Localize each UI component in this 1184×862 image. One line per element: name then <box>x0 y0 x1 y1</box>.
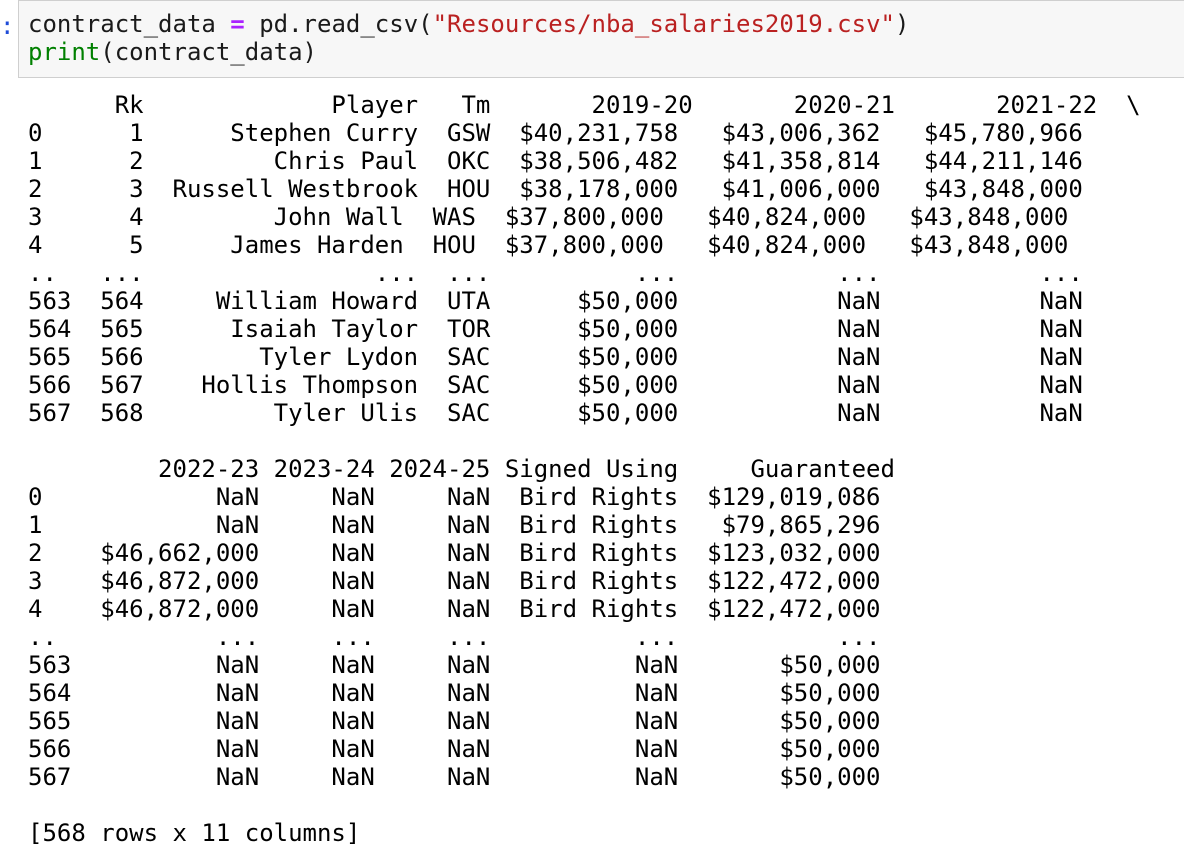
code-call-close: ) <box>894 10 910 38</box>
output-line: 566 567 Hollis Thompson SAC $50,000 NaN … <box>28 371 1083 399</box>
code-print-builtin: print <box>28 38 101 66</box>
output-line: 563 NaN NaN NaN NaN $50,000 <box>28 651 881 679</box>
code-variable: contract_data <box>28 10 216 38</box>
output-line: 564 NaN NaN NaN NaN $50,000 <box>28 679 881 707</box>
code-read-csv-call: pd.read_csv( <box>244 10 433 38</box>
cell-output: Rk Player Tm 2019-20 2020-21 2021-22 \ 0 … <box>28 91 1141 847</box>
code-print-args: (contract_data) <box>100 38 317 66</box>
output-line: 565 NaN NaN NaN NaN $50,000 <box>28 707 881 735</box>
output-line: 4 $46,872,000 NaN NaN Bird Rights $122,4… <box>28 595 881 623</box>
cell-prompt-marker: : <box>0 12 15 40</box>
output-line: [568 rows x 11 columns] <box>28 819 361 847</box>
output-line: 567 568 Tyler Ulis SAC $50,000 NaN NaN <box>28 399 1083 427</box>
code-assign-operator: = <box>230 10 245 38</box>
output-line: 2 $46,662,000 NaN NaN Bird Rights $123,0… <box>28 539 881 567</box>
output-line: Rk Player Tm 2019-20 2020-21 2021-22 \ <box>28 91 1141 119</box>
output-line: 564 565 Isaiah Taylor TOR $50,000 NaN Na… <box>28 315 1083 343</box>
output-line: 3 $46,872,000 NaN NaN Bird Rights $122,4… <box>28 567 881 595</box>
output-line: 0 NaN NaN NaN Bird Rights $129,019,086 <box>28 483 881 511</box>
output-line: 2 3 Russell Westbrook HOU $38,178,000 $4… <box>28 175 1083 203</box>
output-line: .. ... ... ... ... ... ... <box>28 259 1083 287</box>
output-line: 0 1 Stephen Curry GSW $40,231,758 $43,00… <box>28 119 1083 147</box>
output-line: .. ... ... ... ... ... <box>28 623 881 651</box>
code-input-cell[interactable]: contract_data = pd.read_csv("Resources/n… <box>18 0 1184 78</box>
output-line: 566 NaN NaN NaN NaN $50,000 <box>28 735 881 763</box>
output-line: 3 4 John Wall WAS $37,800,000 $40,824,00… <box>28 203 1069 231</box>
code-file-path-string: "Resources/nba_salaries2019.csv" <box>432 10 895 38</box>
output-line: 4 5 James Harden HOU $37,800,000 $40,824… <box>28 231 1069 259</box>
output-line: 2022-23 2023-24 2024-25 Signed Using Gua… <box>28 455 895 483</box>
output-line: 565 566 Tyler Lydon SAC $50,000 NaN NaN <box>28 343 1083 371</box>
output-line: 1 2 Chris Paul OKC $38,506,482 $41,358,8… <box>28 147 1083 175</box>
output-line: 1 NaN NaN NaN Bird Rights $79,865,296 <box>28 511 881 539</box>
output-line: 563 564 William Howard UTA $50,000 NaN N… <box>28 287 1083 315</box>
code-editor[interactable]: contract_data = pd.read_csv("Resources/n… <box>28 10 909 66</box>
output-line: 567 NaN NaN NaN NaN $50,000 <box>28 763 881 791</box>
